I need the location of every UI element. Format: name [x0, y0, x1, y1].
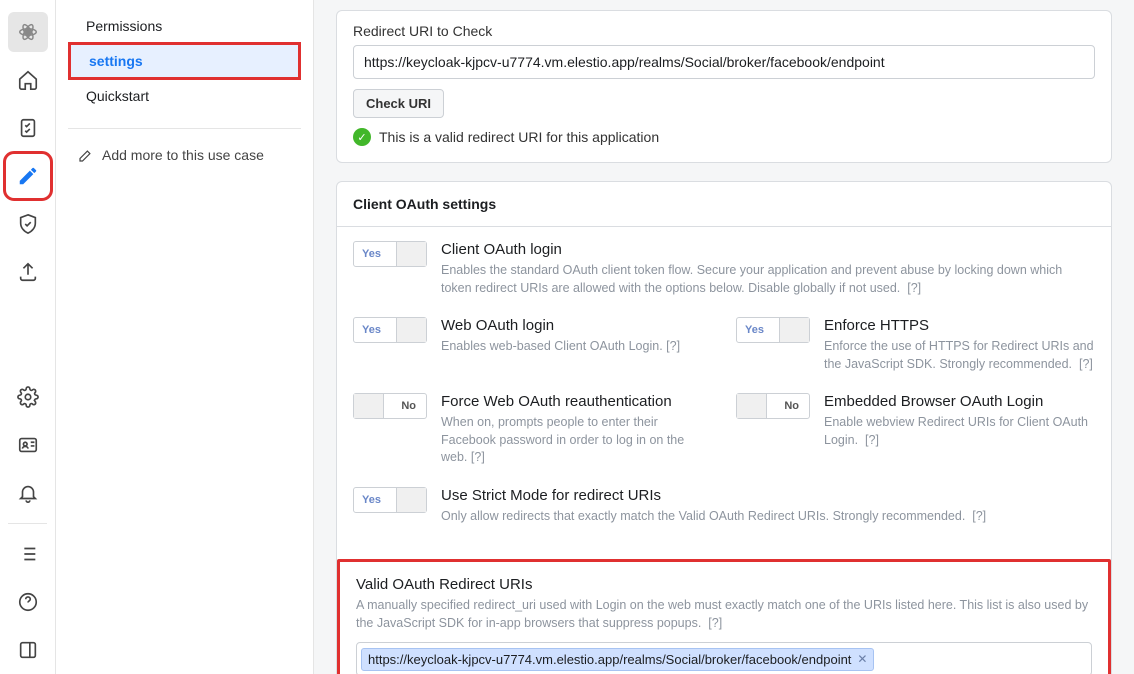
add-more-use-case[interactable]: Add more to this use case [68, 139, 301, 171]
uri-tag: https://keycloak-kjpcv-u7774.vm.elestio.… [361, 648, 874, 671]
redirect-uri-input[interactable] [353, 45, 1095, 79]
sidebar-item-permissions[interactable]: Permissions [68, 10, 301, 42]
check-uri-button[interactable]: Check URI [353, 89, 444, 118]
valid-uris-title: Valid OAuth Redirect URIs [356, 576, 1092, 593]
main-content: Redirect URI to Check Check URI ✓ This i… [314, 0, 1134, 674]
uri-tag-text: https://keycloak-kjpcv-u7774.vm.elestio.… [368, 652, 851, 667]
valid-redirect-uris-section: Valid OAuth Redirect URIs A manually spe… [337, 559, 1111, 674]
atom-icon[interactable] [8, 12, 48, 52]
embedded-desc: Enable webview Redirect URIs for Client … [824, 415, 1088, 447]
embedded-title: Embedded Browser OAuth Login [824, 393, 1095, 410]
sidebar-item-settings[interactable]: settings [68, 42, 301, 80]
web-oauth-login-title: Web OAuth login [441, 317, 680, 334]
pencil-outline-icon [78, 147, 94, 163]
help-link[interactable]: [?] [865, 433, 879, 447]
remove-tag-icon[interactable]: ✕ [857, 652, 867, 666]
redirect-status-text: This is a valid redirect URI for this ap… [379, 129, 659, 145]
bell-icon[interactable] [8, 473, 48, 513]
enforce-https-desc: Enforce the use of HTTPS for Redirect UR… [824, 339, 1094, 371]
shield-check-icon[interactable] [8, 204, 48, 244]
redirect-check-card: Redirect URI to Check Check URI ✓ This i… [336, 10, 1112, 163]
gear-icon[interactable] [8, 377, 48, 417]
toggle-enforce-https[interactable] [736, 317, 810, 343]
pencil-icon[interactable] [8, 156, 48, 196]
valid-uris-input[interactable]: https://keycloak-kjpcv-u7774.vm.elestio.… [356, 642, 1092, 674]
help-link[interactable]: [?] [708, 616, 722, 630]
check-circle-icon: ✓ [353, 128, 371, 146]
toggle-web-oauth-login[interactable] [353, 317, 427, 343]
client-oauth-login-desc: Enables the standard OAuth client token … [441, 263, 1062, 295]
help-link[interactable]: [?] [471, 450, 485, 464]
client-oauth-login-title: Client OAuth login [441, 241, 1095, 258]
help-link[interactable]: [?] [907, 281, 921, 295]
toggle-embedded-browser[interactable] [736, 393, 810, 419]
sidebar: Permissions settings Quickstart Add more… [56, 0, 314, 674]
sidebar-item-quickstart[interactable]: Quickstart [68, 80, 301, 112]
strict-mode-desc: Only allow redirects that exactly match … [441, 509, 965, 523]
toggle-client-oauth-login[interactable] [353, 241, 427, 267]
redirect-uri-label: Redirect URI to Check [353, 23, 1095, 39]
enforce-https-title: Enforce HTTPS [824, 317, 1095, 334]
home-icon[interactable] [8, 60, 48, 100]
add-more-label: Add more to this use case [102, 147, 264, 163]
help-link[interactable]: [?] [1079, 357, 1093, 371]
help-icon[interactable] [8, 582, 48, 622]
toggle-force-reauth[interactable] [353, 393, 427, 419]
client-oauth-card: Client OAuth settings Client OAuth login… [336, 181, 1112, 674]
list-icon[interactable] [8, 534, 48, 574]
panel-icon[interactable] [8, 630, 48, 670]
strict-mode-title: Use Strict Mode for redirect URIs [441, 487, 986, 504]
force-reauth-title: Force Web OAuth reauthentication [441, 393, 712, 410]
help-link[interactable]: [?] [666, 339, 680, 353]
toggle-strict-mode[interactable] [353, 487, 427, 513]
help-link[interactable]: [?] [972, 509, 986, 523]
icon-rail [0, 0, 56, 674]
web-oauth-login-desc: Enables web-based Client OAuth Login. [441, 339, 663, 353]
contact-card-icon[interactable] [8, 425, 48, 465]
checklist-icon[interactable] [8, 108, 48, 148]
upload-icon[interactable] [8, 252, 48, 292]
client-oauth-header: Client OAuth settings [337, 182, 1111, 227]
